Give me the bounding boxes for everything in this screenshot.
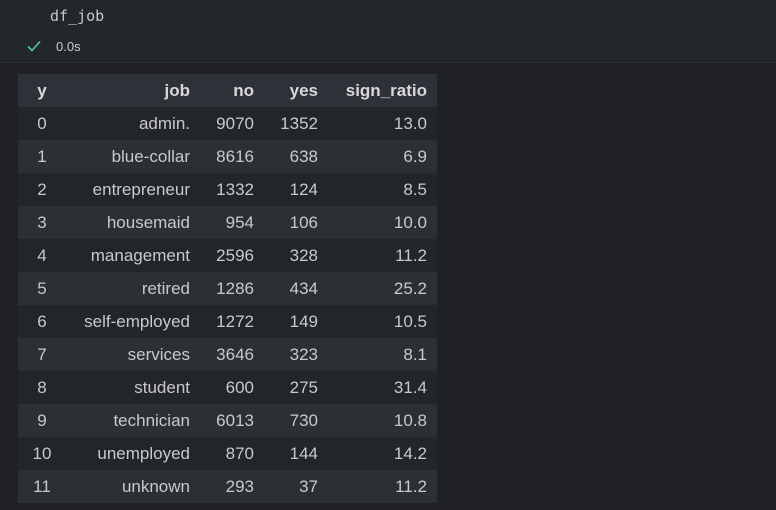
code-cell[interactable]: df_job 0.0s	[0, 0, 776, 63]
row-index: 9	[37, 410, 47, 430]
cell-no: 2596	[216, 245, 254, 265]
row-index: 6	[37, 311, 47, 331]
cell-job: self-employed	[84, 311, 190, 331]
table-row: 8 student 600 275 31.4	[18, 371, 437, 404]
row-index: 8	[37, 377, 47, 397]
row-index: 7	[37, 344, 47, 364]
table-row: 4 management 2596 328 11.2	[18, 239, 437, 272]
cell-no: 3646	[216, 344, 254, 364]
table-row: 3 housemaid 954 106 10.0	[18, 206, 437, 239]
table-row: 11 unknown 293 37 11.2	[18, 470, 437, 503]
cell-job: admin.	[138, 113, 190, 133]
cell-yes: 1352	[280, 113, 318, 133]
cell-sign-ratio: 10.8	[393, 410, 427, 430]
table-row: 6 self-employed 1272 149 10.5	[18, 305, 437, 338]
row-index: 1	[37, 146, 47, 166]
cell-job: unknown	[121, 476, 190, 496]
execution-time: 0.0s	[56, 38, 81, 54]
check-icon	[26, 38, 42, 54]
cell-sign-ratio: 31.4	[393, 377, 427, 397]
cell-no: 1272	[216, 311, 254, 331]
cell-output: y job no yes sign_ratio 0 admin. 9070 1352 1…	[18, 74, 437, 503]
cell-yes: 434	[289, 278, 318, 298]
cell-yes: 106	[289, 212, 318, 232]
row-index: 11	[33, 476, 51, 496]
cell-sign-ratio: 8.5	[403, 179, 427, 199]
table-row: 1 blue-collar 8616 638 6.9	[18, 140, 437, 173]
cell-sign-ratio: 10.5	[393, 311, 427, 331]
column-header-job: job	[164, 80, 191, 100]
code-editor-line[interactable]: df_job	[50, 7, 104, 25]
cell-job: housemaid	[106, 212, 190, 232]
cell-sign-ratio: 14.2	[393, 443, 427, 463]
cell-no: 870	[225, 443, 254, 463]
table-row: 5 retired 1286 434 25.2	[18, 272, 437, 305]
cell-yes: 144	[289, 443, 318, 463]
column-header-y: y	[37, 80, 47, 100]
column-header-no: no	[233, 80, 254, 100]
cell-job: retired	[141, 278, 190, 298]
cell-yes: 730	[289, 410, 318, 430]
cell-no: 600	[225, 377, 254, 397]
table-row: 0 admin. 9070 1352 13.0	[18, 107, 437, 140]
cell-yes: 275	[289, 377, 318, 397]
cell-no: 9070	[216, 113, 254, 133]
execution-status: 0.0s	[26, 38, 81, 54]
cell-yes: 328	[289, 245, 318, 265]
row-index: 5	[37, 278, 47, 298]
cell-no: 1332	[216, 179, 254, 199]
cell-sign-ratio: 11.2	[395, 476, 427, 496]
cell-job: services	[127, 344, 190, 364]
cell-yes: 638	[289, 146, 318, 166]
dataframe-table: y job no yes sign_ratio 0 admin. 9070 1352 1…	[18, 74, 437, 503]
cell-job: entrepreneur	[92, 179, 190, 199]
cell-yes: 323	[289, 344, 318, 364]
table-row: 9 technician 6013 730 10.8	[18, 404, 437, 437]
cell-yes: 124	[289, 179, 318, 199]
cell-sign-ratio: 6.9	[403, 146, 427, 166]
cell-job: student	[134, 377, 190, 397]
cell-no: 8616	[216, 146, 254, 166]
cell-sign-ratio: 13.0	[393, 113, 427, 133]
table-row: 10 unemployed 870 144 14.2	[18, 437, 437, 470]
cell-sign-ratio: 11.2	[395, 245, 427, 265]
cell-yes: 149	[289, 311, 318, 331]
cell-no: 954	[225, 212, 254, 232]
cell-no: 1286	[216, 278, 254, 298]
row-index: 3	[37, 212, 47, 232]
table-header-row: y job no yes sign_ratio	[18, 74, 437, 107]
cell-sign-ratio: 10.0	[393, 212, 427, 232]
cell-job: management	[90, 245, 190, 265]
cell-sign-ratio: 25.2	[393, 278, 427, 298]
cell-no: 293	[225, 476, 254, 496]
row-index: 10	[32, 443, 52, 463]
table-row: 7 services 3646 323 8.1	[18, 338, 437, 371]
cell-job: technician	[113, 410, 190, 430]
row-index: 0	[37, 113, 47, 133]
column-header-sign-ratio: sign_ratio	[345, 80, 427, 100]
row-index: 2	[37, 179, 47, 199]
column-header-yes: yes	[289, 80, 318, 100]
cell-job: unemployed	[97, 443, 190, 463]
table-row: 2 entrepreneur 1332 124 8.5	[18, 173, 437, 206]
cell-yes: 37	[299, 476, 318, 496]
cell-sign-ratio: 8.1	[403, 344, 427, 364]
cell-job: blue-collar	[111, 146, 190, 166]
row-index: 4	[37, 245, 47, 265]
cell-no: 6013	[216, 410, 254, 430]
